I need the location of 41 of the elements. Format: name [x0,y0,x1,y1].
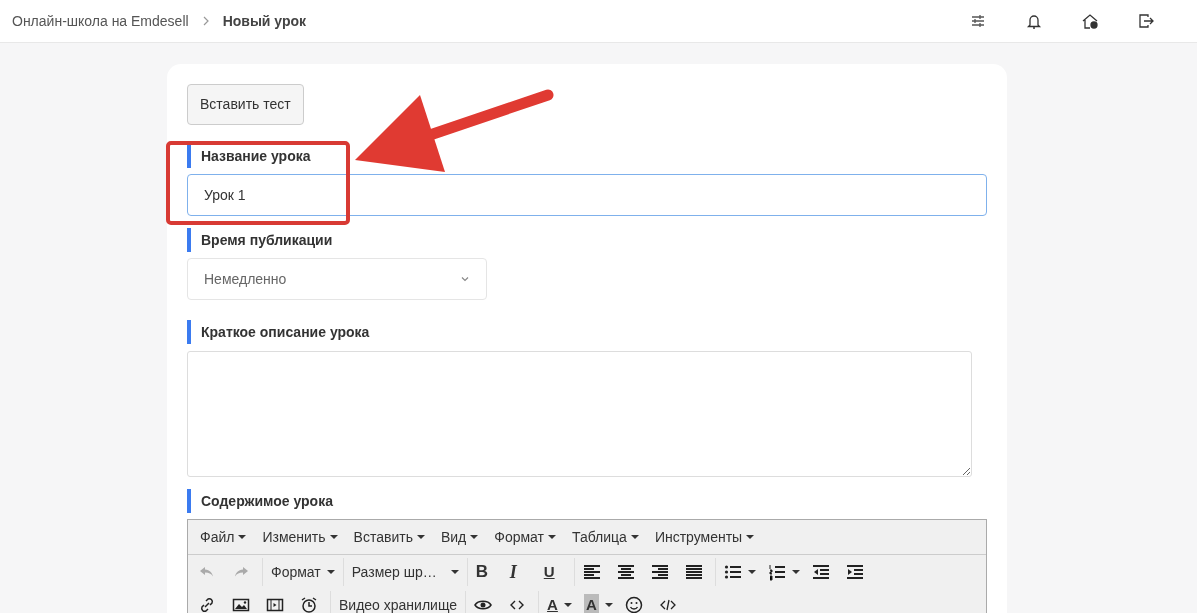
select-field[interactable]: Немедленно [187,258,487,300]
bold-button[interactable]: B [469,556,504,588]
field-label: Время публикации [187,228,987,252]
menu-item[interactable]: Вставить [345,520,433,554]
menu-item[interactable]: Таблица [564,520,647,554]
video-storage-button[interactable]: Видео хранилище [333,589,464,613]
background-color-button[interactable]: A [577,589,619,613]
sliders-icon[interactable] [969,12,987,30]
numbered-list-icon [767,563,786,581]
house-icon[interactable] [1081,12,1099,30]
logout-icon[interactable] [1137,12,1155,30]
menu-item[interactable]: Вид [432,520,487,554]
menu-item[interactable]: Изменить [254,520,346,554]
format-dropdown[interactable]: Формат [265,556,341,588]
justify-icon [684,563,703,581]
outdent-icon [811,563,830,581]
insert-test-button[interactable]: Вставить тест [187,84,304,125]
font-size-dropdown[interactable]: Размер шр… [345,556,465,588]
field-label: Краткое описание урока [187,320,987,344]
alarm-clock-icon [300,596,318,613]
text-input-field[interactable]: Урок 1 [187,174,987,216]
align-center-icon [616,563,635,581]
film-strip-icon [266,596,284,613]
field-label: Содержимое урока [187,489,987,513]
menu-item[interactable]: Формат [486,520,564,554]
menu-item[interactable]: Инструменты [646,520,763,554]
breadcrumb-link[interactable]: Онлайн-школа на Emdesell [12,10,189,32]
underline-button[interactable]: U [537,556,572,588]
text-color-button[interactable]: A [541,589,578,613]
textarea-field[interactable] [187,351,972,477]
italic-button[interactable]: I [503,556,538,588]
align-right-icon [650,563,669,581]
chevron-down-icon [460,274,470,284]
notification-bell-icon[interactable] [1025,12,1043,30]
indent-icon [845,563,864,581]
align-left-icon [582,563,601,581]
chain-link-icon [198,596,216,613]
menu-item[interactable]: Файл [192,520,255,554]
picture-icon [232,596,250,613]
bullet-list-icon [723,563,742,581]
smiley-icon [624,596,643,613]
